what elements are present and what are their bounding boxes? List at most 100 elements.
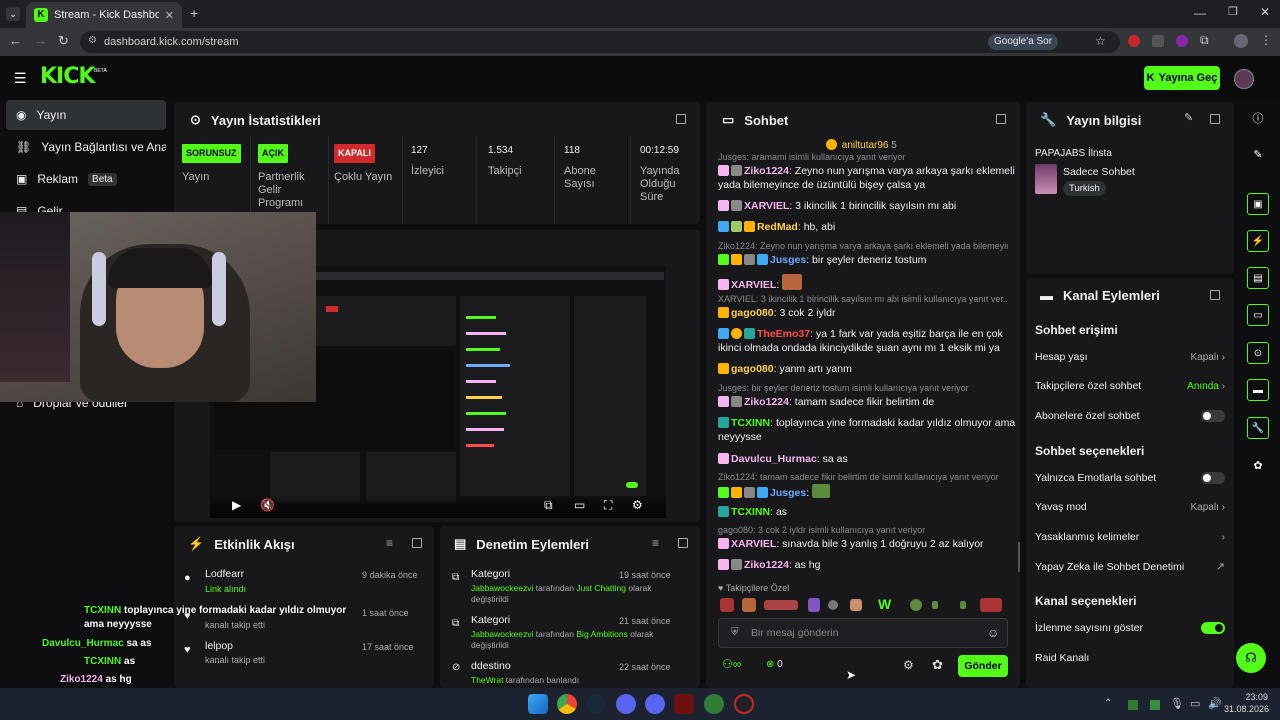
chat-scrollbar[interactable] [1018, 542, 1020, 572]
expand-icon[interactable] [996, 114, 1006, 124]
chat-icon[interactable]: ▭ [1247, 304, 1269, 326]
filter-icon[interactable]: ≡ [386, 536, 393, 550]
browser-tab[interactable]: K Stream - Kick Dashboard ✕ [26, 2, 182, 28]
emote-icon[interactable] [808, 598, 820, 612]
emote-icon[interactable] [910, 599, 922, 611]
tab-search-button[interactable]: ⌄ [6, 7, 20, 21]
volume-icon[interactable]: 🔊 [1208, 697, 1222, 710]
users-icon[interactable]: ⚇∞ [722, 657, 741, 671]
play-icon[interactable]: ▶ [232, 498, 241, 512]
theater-icon[interactable]: ▭ [574, 498, 585, 512]
chat-mod-icon[interactable]: ✿ [932, 657, 943, 673]
forward-arrow-icon[interactable]: → [34, 33, 47, 48]
pinned-user[interactable]: aniltutar96 5 [826, 139, 897, 151]
help-headset-icon[interactable]: ☊ [1236, 643, 1266, 673]
hamburger-menu-icon[interactable]: ☰ [14, 70, 27, 87]
sidebar-item-stream-key[interactable]: ⛓ Yayın Bağlantısı ve Anahtar [6, 132, 166, 162]
info-icon[interactable]: ⓘ [1240, 106, 1276, 130]
new-tab-plus-icon[interactable]: + [190, 5, 198, 21]
emote-icon[interactable] [742, 598, 756, 612]
show-viewers-toggle[interactable] [1201, 622, 1225, 634]
tray-app-icon[interactable] [1150, 700, 1160, 710]
list-icon[interactable]: ▤ [1247, 267, 1269, 289]
wrench-icon[interactable]: 🔧 [1247, 417, 1269, 439]
emote-icon[interactable] [850, 599, 862, 611]
clip-icon[interactable]: ⧉ [544, 498, 553, 513]
discord-icon[interactable] [616, 694, 636, 714]
edit-icon[interactable]: ✎ [1240, 142, 1276, 166]
language-tag[interactable]: Turkish [1063, 181, 1106, 196]
kick-logo[interactable]: KICK [40, 64, 95, 89]
emote-icon[interactable] [720, 598, 734, 612]
send-button[interactable]: Gönder [958, 655, 1008, 677]
category-thumbnail[interactable] [1035, 164, 1057, 194]
url-field[interactable]: ⚙ dashboard.kick.com/stream [80, 31, 1120, 53]
discord-icon[interactable] [645, 694, 665, 714]
expand-icon[interactable] [676, 114, 686, 124]
mod-shield-icon[interactable]: ✿ [1240, 453, 1276, 477]
puzzle-extensions-icon[interactable]: ⧉ [1200, 33, 1209, 48]
clock-date[interactable]: 31.08.2026 [1224, 704, 1269, 714]
tray-app-icon[interactable] [1128, 700, 1138, 710]
category-name[interactable]: Sadece Sohbet [1063, 166, 1135, 178]
emote-icon[interactable] [932, 601, 938, 609]
settings-gear-icon[interactable]: ⚙ [632, 498, 643, 512]
reload-icon[interactable]: ↻ [58, 33, 69, 49]
google-ask-button[interactable]: Google'a Sor [988, 34, 1059, 50]
account-age-setting[interactable]: Hesap yaşı Kapalı › [1035, 351, 1225, 363]
followers-only-setting[interactable]: Takipçilere özel sohbet Anında › [1035, 380, 1225, 392]
fullscreen-icon[interactable]: ⛶ [604, 498, 612, 513]
edit-pencil-icon[interactable]: ✎ [1184, 111, 1193, 124]
ai-moderation-setting[interactable]: Yapay Zeka ile Sohbet Denetimi ↗ [1035, 560, 1225, 574]
windows-start-icon[interactable] [528, 694, 548, 714]
bookmark-star-icon[interactable]: ☆ [1095, 34, 1106, 48]
network-icon[interactable]: ▭ [1190, 697, 1200, 710]
emote-icon[interactable] [980, 598, 1002, 612]
window-close-icon[interactable]: ✕ [1260, 5, 1270, 19]
slow-mode-setting[interactable]: Yavaş mod Kapalı › [1035, 501, 1225, 513]
user-avatar[interactable] [1234, 69, 1254, 89]
site-info-icon[interactable]: ⚙ [88, 35, 97, 46]
subscribers-only-toggle[interactable] [1201, 410, 1225, 422]
expand-icon[interactable] [1210, 114, 1220, 124]
back-arrow-icon[interactable]: ← [9, 33, 22, 48]
chat-settings-gear-icon[interactable]: ⚙ [903, 658, 914, 672]
filter-icon[interactable]: ≡ [652, 536, 659, 550]
emote-icon[interactable] [960, 601, 966, 609]
clock-time[interactable]: 23:09 [1228, 692, 1268, 702]
maximize-icon[interactable]: ❐ [1228, 5, 1238, 18]
extension-icon[interactable] [1176, 35, 1188, 47]
emote-icon[interactable] [828, 600, 838, 610]
mute-icon[interactable]: 🔇 [260, 498, 275, 512]
emote-icon[interactable] [764, 600, 798, 610]
channel-points[interactable]: ⊗ 0 [766, 659, 783, 670]
tray-chevron-icon[interactable]: ⌃ [1104, 698, 1112, 709]
raid-channel-setting[interactable]: Raid Kanalı [1035, 652, 1225, 664]
minimize-icon[interactable]: — [1194, 6, 1206, 20]
obs-icon[interactable] [734, 694, 754, 714]
emote-bar[interactable]: W [718, 596, 1004, 614]
xbox-icon[interactable] [704, 694, 724, 714]
target-icon[interactable]: ⊙ [1247, 342, 1269, 364]
sidebar-item-ads[interactable]: ▣ Reklam Beta [6, 164, 166, 194]
emoji-icon[interactable]: ☺ [987, 626, 999, 640]
video-icon[interactable]: ▣ [1247, 193, 1269, 215]
lightning-icon[interactable]: ⚡ [1247, 230, 1269, 252]
profile-avatar-icon[interactable] [1234, 34, 1248, 48]
expand-icon[interactable] [1210, 290, 1220, 300]
menu-dots-icon[interactable]: ⋮ [1260, 33, 1272, 47]
expand-icon[interactable] [412, 538, 422, 548]
go-live-button[interactable]: K Yayına Geç [1144, 66, 1220, 90]
microphone-icon[interactable]: 🎙 [1170, 697, 1184, 710]
extension-icon[interactable] [1152, 35, 1164, 47]
chrome-icon[interactable] [557, 694, 577, 714]
close-icon[interactable]: ✕ [165, 9, 174, 22]
banned-words-setting[interactable]: Yasaklanmış kelimeler › [1035, 531, 1225, 543]
game-launcher-icon[interactable] [674, 694, 694, 714]
steam-icon[interactable] [586, 694, 606, 714]
monitor-icon[interactable]: ▬ [1247, 379, 1269, 401]
extension-icon[interactable] [1128, 35, 1140, 47]
emotes-only-toggle[interactable] [1201, 472, 1225, 484]
w-emote-icon[interactable]: W [878, 596, 891, 612]
chat-input[interactable]: ⛨ Bir mesaj gönderin ☺ [718, 618, 1008, 648]
